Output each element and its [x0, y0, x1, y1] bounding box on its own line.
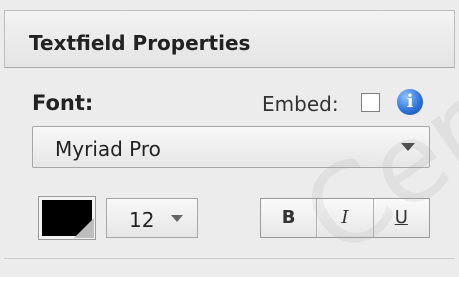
italic-button[interactable]: I	[316, 199, 373, 237]
font-size-select[interactable]: 12	[106, 198, 198, 238]
font-family-select[interactable]: Myriad Pro	[32, 126, 430, 168]
underline-button[interactable]: U	[372, 199, 429, 237]
chevron-down-icon	[401, 143, 415, 151]
panel-header: Textfield Properties	[4, 10, 455, 68]
embed-checkbox[interactable]	[361, 93, 380, 112]
text-color-swatch[interactable]	[38, 196, 96, 240]
font-family-value: Myriad Pro	[55, 137, 161, 161]
font-label: Font:	[32, 91, 94, 115]
swatch-dropdown-corner-icon	[74, 218, 94, 238]
font-size-value: 12	[129, 208, 155, 232]
textfield-properties-panel: Textfield Properties Font: Embed: i Myri…	[0, 0, 459, 281]
panel-title: Textfield Properties	[29, 31, 251, 55]
panel-bottom-divider	[4, 258, 455, 259]
text-style-toggle-group: B I U	[260, 198, 430, 238]
info-icon[interactable]: i	[397, 89, 423, 115]
chevron-down-icon	[171, 215, 183, 222]
embed-label: Embed:	[262, 92, 339, 116]
bold-button[interactable]: B	[261, 199, 317, 237]
